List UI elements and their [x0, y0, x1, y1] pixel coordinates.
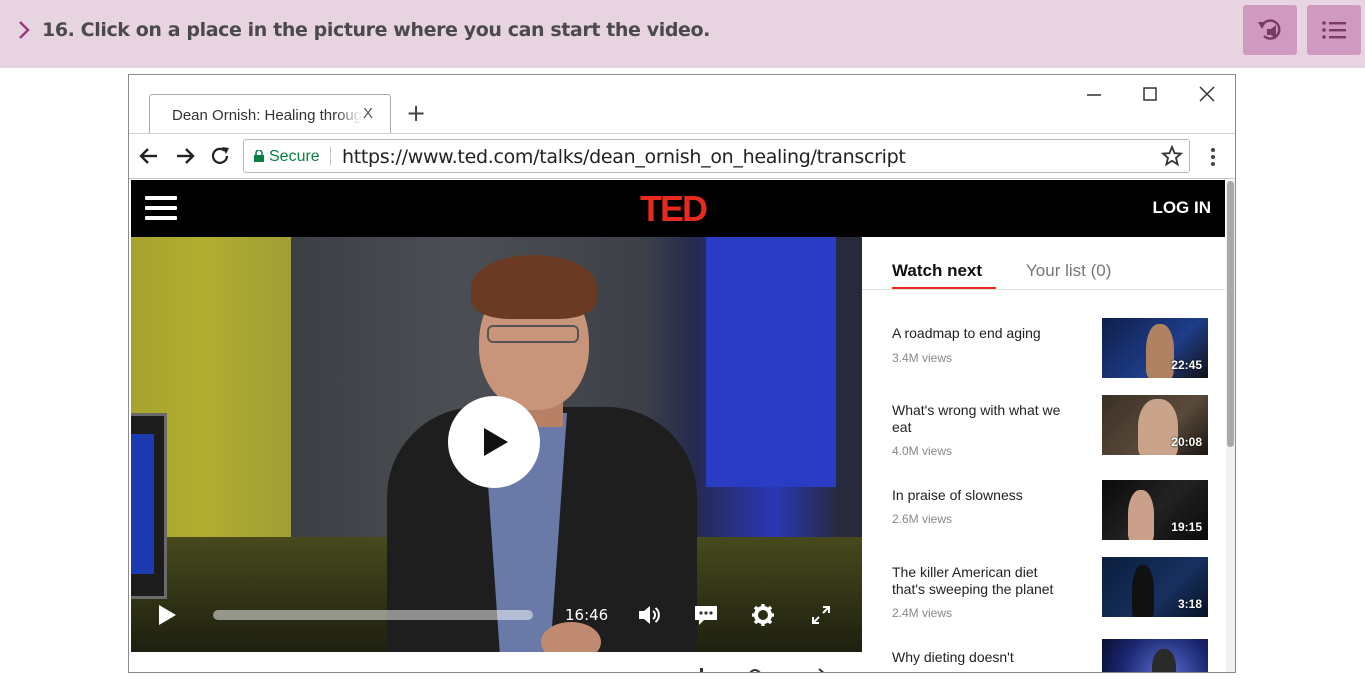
secure-label: Secure — [269, 148, 320, 165]
talk-title[interactable]: Why dieting doesn't — [892, 649, 1072, 666]
browser-toolbar: Secure https://www.ted.com/talks/dean_or… — [129, 133, 1235, 179]
talk-duration: 3:18 — [1177, 597, 1202, 611]
tab-watch-next[interactable]: Watch next — [892, 261, 982, 281]
talk-thumbnail[interactable]: 19:15 — [1102, 480, 1208, 540]
talk-duration: 20:08 — [1171, 435, 1202, 449]
progress-track[interactable] — [213, 610, 533, 620]
question-bar: 16. Click on a place in the picture wher… — [0, 0, 1365, 68]
back-arrow-icon[interactable] — [137, 144, 161, 168]
replay-audio-icon — [1258, 19, 1281, 40]
below-video-actions — [131, 652, 862, 672]
minimize-icon[interactable] — [1079, 83, 1109, 107]
talk-title[interactable]: The killer American diet that's sweeping… — [892, 564, 1072, 598]
play-icon — [484, 428, 508, 456]
hamburger-menu-icon[interactable] — [145, 196, 177, 220]
reload-icon[interactable] — [208, 144, 232, 168]
omnibox-divider — [330, 147, 331, 165]
url-text[interactable]: https://www.ted.com/talks/dean_ornish_on… — [342, 146, 906, 168]
tab-divider — [862, 289, 1225, 290]
talk-title[interactable]: What's wrong with what we eat — [892, 402, 1072, 436]
tab-close-button[interactable]: X — [363, 105, 373, 122]
page-scrollbar[interactable] — [1226, 180, 1235, 672]
big-play-button[interactable] — [448, 396, 540, 488]
browser-menu-icon[interactable] — [1204, 146, 1222, 168]
talk-title[interactable]: In praise of slowness — [892, 487, 1072, 504]
talk-views: 2.4M views — [892, 606, 953, 620]
replay-audio-button[interactable] — [1243, 5, 1297, 55]
video-backdrop-blue — [706, 237, 836, 487]
question-text: 16. Click on a place in the picture wher… — [42, 19, 710, 41]
talk-duration: 19:15 — [1171, 520, 1202, 534]
control-play-icon[interactable] — [157, 604, 177, 626]
settings-gear-icon[interactable] — [751, 603, 775, 627]
lock-icon — [254, 150, 264, 162]
talk-views: 3.4M views — [892, 351, 953, 365]
list-menu-button[interactable] — [1307, 5, 1361, 55]
video-duration: 16:46 — [565, 606, 609, 624]
login-link[interactable]: LOG IN — [1152, 198, 1211, 218]
close-window-icon[interactable] — [1192, 83, 1222, 107]
tab-title: Dean Ornish: Healing through diet — [172, 107, 362, 124]
subtitles-icon[interactable] — [694, 603, 718, 627]
forward-arrow-icon[interactable] — [173, 144, 197, 168]
new-tab-button[interactable]: + — [406, 99, 426, 127]
fullscreen-icon[interactable] — [809, 603, 833, 627]
speaker-glasses — [487, 325, 579, 343]
share-actions-icon[interactable] — [623, 666, 843, 672]
watch-next-sidebar: Watch next Your list (0) A roadmap to en… — [862, 237, 1225, 672]
talk-thumbnail[interactable] — [1102, 639, 1208, 672]
stage-monitor — [131, 413, 167, 599]
talk-thumbnail[interactable]: 20:08 — [1102, 395, 1208, 455]
scrollbar-thumb[interactable] — [1227, 181, 1234, 447]
talk-duration: 22:45 — [1171, 358, 1202, 372]
list-menu-icon — [1322, 21, 1346, 39]
talk-thumbnail[interactable]: 3:18 — [1102, 557, 1208, 617]
bookmark-star-icon[interactable] — [1161, 145, 1183, 167]
speaker-hair — [471, 255, 597, 319]
web-page: TED LOG IN 16:46 Watch next Your list (0… — [131, 180, 1225, 672]
talk-title[interactable]: A roadmap to end aging — [892, 325, 1072, 342]
chevron-right-icon[interactable] — [16, 19, 32, 41]
maximize-icon[interactable] — [1135, 83, 1165, 107]
browser-tab[interactable]: Dean Ornish: Healing through diet X — [149, 94, 391, 133]
browser-window: Dean Ornish: Healing through diet X + Se… — [128, 74, 1236, 673]
address-bar[interactable]: Secure https://www.ted.com/talks/dean_or… — [243, 139, 1190, 173]
talk-views: 2.6M views — [892, 512, 953, 526]
talk-views: 4.0M views — [892, 444, 953, 458]
ted-navbar: TED LOG IN — [131, 180, 1225, 237]
volume-icon[interactable] — [637, 603, 661, 627]
talk-thumbnail[interactable]: 22:45 — [1102, 318, 1208, 378]
tab-strip: Dean Ornish: Healing through diet X + — [129, 75, 1235, 133]
video-player[interactable]: 16:46 — [131, 237, 862, 652]
tab-your-list[interactable]: Your list (0) — [1026, 261, 1111, 281]
ted-logo[interactable]: TED — [640, 188, 708, 230]
